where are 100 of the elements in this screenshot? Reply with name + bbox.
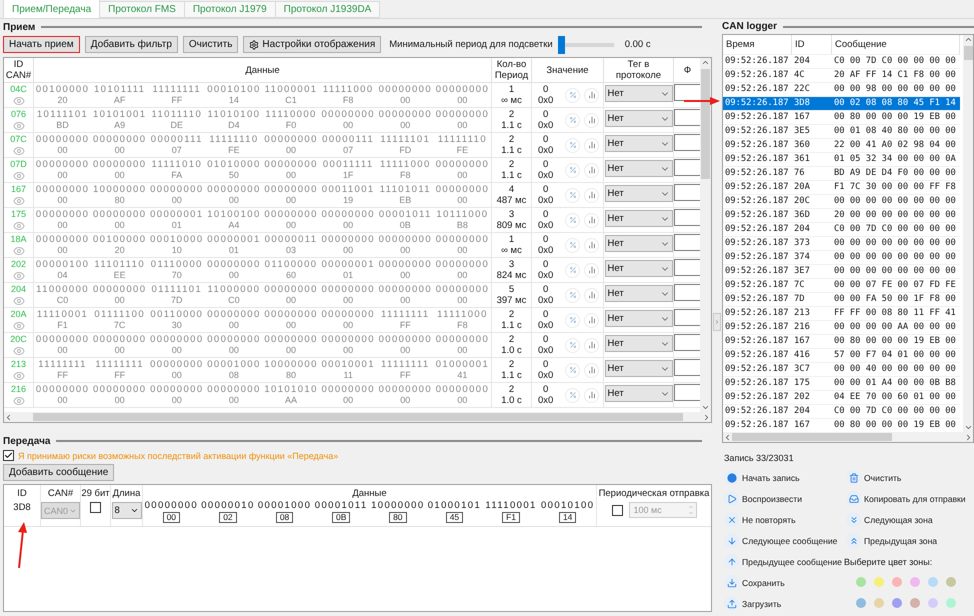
action-button[interactable]: Воспроизвести	[722, 490, 844, 507]
action-button[interactable]: Загрузить	[722, 595, 844, 612]
byte-field[interactable]: 80	[389, 512, 407, 523]
color-swatch[interactable]	[892, 577, 902, 587]
log-row[interactable]: 09:52:26.187 175 00 00 01 A4 00 00 0B B8	[723, 376, 960, 391]
log-row[interactable]: 09:52:26.187 7C 00 00 07 FE 00 07 FD FE	[723, 278, 960, 293]
tag-dropdown[interactable]: Нет	[604, 285, 672, 302]
percent-icon[interactable]	[565, 162, 580, 178]
action-button[interactable]: Предыдущая зона	[844, 532, 974, 549]
bar-chart-icon[interactable]	[584, 362, 599, 378]
percent-icon[interactable]	[565, 288, 580, 302]
byte-field[interactable]: F1	[502, 512, 520, 523]
percent-icon[interactable]	[565, 188, 580, 202]
eye-icon[interactable]	[12, 144, 24, 156]
percent-icon[interactable]	[565, 112, 580, 128]
collapse-button[interactable]	[713, 312, 721, 330]
color-swatch[interactable]	[928, 598, 938, 608]
log-row[interactable]: 09:52:26.187 213 FF FF 00 08 80 11 FF 41	[723, 306, 960, 321]
log-row[interactable]: 09:52:26.187 167 00 80 00 00 00 19 EB 00	[723, 334, 960, 349]
checkbox[interactable]	[90, 502, 101, 513]
eye-icon[interactable]	[12, 94, 24, 106]
tag-dropdown[interactable]: Нет	[604, 335, 672, 352]
color-swatch[interactable]	[874, 598, 884, 608]
toolbar-button[interactable]: Настройки отображения	[243, 36, 382, 53]
input-field[interactable]	[674, 258, 701, 276]
input-field[interactable]	[674, 284, 701, 300]
bar-chart-icon[interactable]	[584, 162, 599, 178]
byte-field[interactable]: 02	[219, 512, 237, 523]
log-row[interactable]: 09:52:26.187 20C 00 00 00 00 00 00 00 00	[723, 194, 960, 209]
action-button[interactable]: Сохранить	[722, 574, 844, 591]
scroll-thumb[interactable]	[701, 69, 710, 179]
eye-icon[interactable]	[12, 320, 24, 332]
tag-dropdown[interactable]: Нет	[604, 110, 672, 127]
eye-icon[interactable]	[12, 220, 24, 232]
scroll-down-icon[interactable]	[701, 403, 710, 412]
color-swatch[interactable]	[910, 577, 920, 587]
bar-chart-icon[interactable]	[584, 112, 599, 128]
length-dropdown[interactable]: 8	[112, 502, 142, 519]
percent-icon[interactable]	[565, 338, 580, 352]
log-row[interactable]: 09:52:26.187 216 00 00 00 00 AA 00 00 00	[723, 320, 960, 335]
color-swatch[interactable]	[856, 598, 866, 608]
color-swatch[interactable]	[928, 577, 938, 587]
input-field[interactable]	[674, 384, 701, 400]
action-button[interactable]: Следующая зона	[844, 511, 974, 528]
input-field[interactable]	[674, 308, 701, 326]
checkbox[interactable]	[3, 450, 14, 461]
color-swatch[interactable]	[946, 577, 956, 587]
byte-field[interactable]: 14	[558, 512, 576, 523]
bar-chart-icon[interactable]	[584, 338, 599, 352]
action-button[interactable]: Следующее сообщение	[722, 532, 844, 549]
input-field[interactable]	[674, 334, 701, 350]
log-row[interactable]: 09:52:26.187 416 57 00 F7 04 01 00 00 00	[723, 348, 960, 363]
log-row[interactable]: 09:52:26.187 204 C0 00 7D C0 00 00 00 00	[723, 54, 960, 69]
eye-icon[interactable]	[12, 170, 24, 182]
eye-icon[interactable]	[12, 270, 24, 282]
horizontal-scrollbar[interactable]	[723, 432, 973, 442]
log-row[interactable]: 09:52:26.187 374 00 00 00 00 00 00 00 00	[723, 250, 960, 265]
scroll-right-icon[interactable]	[702, 412, 711, 422]
log-row[interactable]: 09:52:26.187 204 C0 00 7D C0 00 00 00 00	[723, 404, 960, 419]
color-swatch[interactable]	[892, 598, 902, 608]
eye-icon[interactable]	[12, 344, 24, 356]
log-row[interactable]: 09:52:26.187 3D8 00 02 08 08 80 45 F1 14	[723, 96, 960, 111]
log-row[interactable]: 09:52:26.187 360 22 00 41 A0 02 98 04 00	[723, 138, 960, 153]
bar-chart-icon[interactable]	[584, 212, 599, 228]
input-field[interactable]	[674, 234, 701, 250]
eye-icon[interactable]	[12, 370, 24, 382]
percent-icon[interactable]	[565, 362, 580, 378]
byte-field[interactable]: 00	[162, 512, 180, 523]
log-row[interactable]: 09:52:26.187 36D 20 00 00 00 00 00 00 00	[723, 208, 960, 223]
action-button[interactable]: Предыдущее сообщение	[722, 553, 844, 570]
tag-dropdown[interactable]: Нет	[604, 385, 672, 402]
toolbar-button[interactable]: Очистить	[182, 36, 238, 53]
log-row[interactable]: 09:52:26.187 4C 20 AF FF 14 C1 F8 00 00	[723, 68, 960, 83]
action-button[interactable]: Начать запись	[722, 469, 844, 486]
toolbar-button[interactable]: Начать прием	[3, 36, 80, 53]
bar-chart-icon[interactable]	[584, 262, 599, 278]
tag-dropdown[interactable]: Нет	[604, 260, 672, 277]
log-row[interactable]: 09:52:26.187 167 00 80 00 00 00 19 EB 00	[723, 110, 960, 125]
log-row[interactable]: 09:52:26.187 20A F1 7C 30 00 00 00 FF F8	[723, 180, 960, 195]
scroll-up-icon[interactable]	[701, 58, 710, 67]
eye-icon[interactable]	[12, 244, 24, 256]
percent-icon[interactable]	[565, 238, 580, 252]
add-message-button[interactable]: Добавить сообщение	[3, 464, 114, 481]
scroll-left-icon[interactable]	[4, 412, 13, 422]
scroll-thumb[interactable]	[964, 46, 972, 60]
tab[interactable]: Прием/Передача	[3, 0, 100, 18]
scroll-thumb[interactable]	[32, 413, 682, 421]
toolbar-button[interactable]: Добавить фильтр	[84, 36, 178, 53]
action-button[interactable]: Не повторять	[722, 511, 844, 528]
log-row[interactable]: 09:52:26.187 7D 00 00 FA 50 00 1F F8 00	[723, 292, 960, 307]
horizontal-scrollbar[interactable]	[4, 412, 711, 422]
bar-chart-icon[interactable]	[584, 88, 599, 102]
bar-chart-icon[interactable]	[584, 288, 599, 302]
color-swatch[interactable]	[874, 577, 884, 587]
byte-field[interactable]: 45	[446, 512, 464, 523]
tag-dropdown[interactable]: Нет	[604, 85, 672, 102]
log-row[interactable]: 09:52:26.187 361 01 05 32 34 00 00 00 0A	[723, 152, 960, 167]
scroll-right-icon[interactable]	[964, 432, 973, 442]
log-row[interactable]: 09:52:26.187 3C7 00 00 40 00 00 00 00 00	[723, 362, 960, 377]
color-swatch[interactable]	[910, 598, 920, 608]
